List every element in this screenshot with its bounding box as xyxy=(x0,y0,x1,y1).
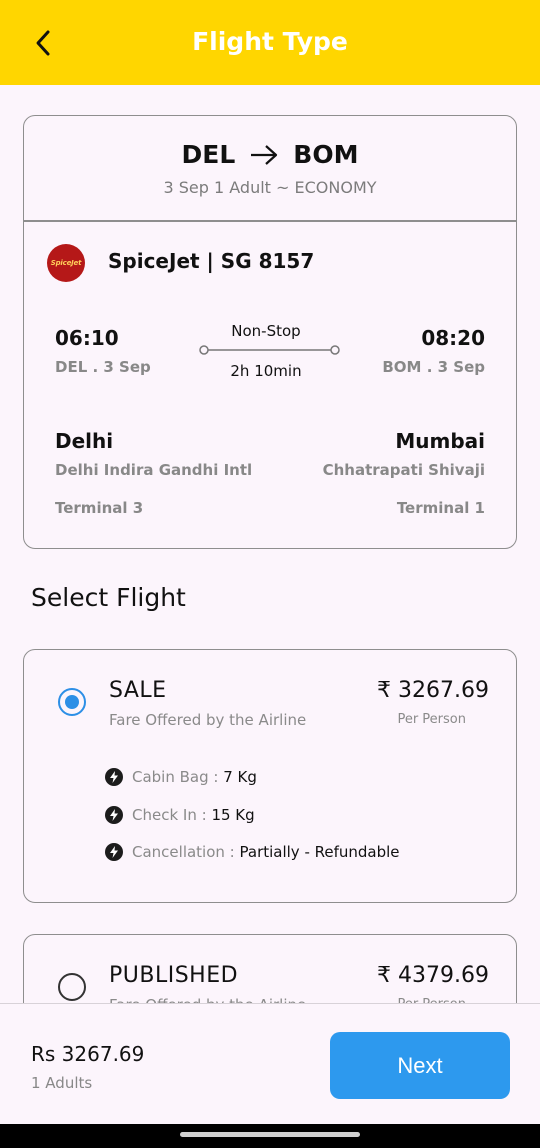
arrival-city: Mumbai xyxy=(395,429,485,453)
route-line-icon xyxy=(199,345,340,355)
arrival-terminal: Terminal 1 xyxy=(396,499,485,517)
trip-meta: 3 Sep 1 Adult ~ ECONOMY xyxy=(163,178,377,197)
departure-time: 06:10 xyxy=(55,326,119,350)
flight-summary-card: DEL BOM 3 Sep 1 Adult ~ ECONOMY SpiceJet… xyxy=(23,115,517,549)
bolt-icon xyxy=(105,806,123,824)
fare-subtitle: Fare Offered by the Airline xyxy=(109,711,307,729)
page-title: Flight Type xyxy=(192,27,348,56)
arrival-time: 08:20 xyxy=(421,326,485,350)
app-bar: Flight Type xyxy=(0,0,540,85)
departure-city: Delhi xyxy=(55,429,114,453)
benefit-label: Cabin Bag : xyxy=(132,768,224,786)
radio-button-selected[interactable] xyxy=(58,688,86,716)
fare-price: ₹ 3267.69 xyxy=(377,678,489,703)
fare-name: SALE xyxy=(109,678,167,703)
benefit-check-in: Check In : 15 Kg xyxy=(105,806,255,824)
benefit-cancellation: Cancellation : Partially - Refundable xyxy=(105,843,400,861)
arrival-date: BOM . 3 Sep xyxy=(382,358,485,376)
passenger-count: 1 Adults xyxy=(31,1074,93,1092)
route-header: DEL BOM xyxy=(24,140,516,169)
benefit-label: Cancellation : xyxy=(132,843,240,861)
bottom-bar: Rs 3267.69 1 Adults Next xyxy=(0,1003,540,1124)
bolt-icon xyxy=(105,768,123,786)
stops-label: Non-Stop xyxy=(231,322,301,340)
fare-price: ₹ 4379.69 xyxy=(377,963,489,988)
airline-logo: SpiceJet xyxy=(47,244,85,282)
fare-name: PUBLISHED xyxy=(109,963,239,988)
departure-airport: Delhi Indira Gandhi Intl xyxy=(55,461,253,479)
benefit-value: 15 Kg xyxy=(211,806,255,824)
benefit-cabin-bag: Cabin Bag : 7 Kg xyxy=(105,768,257,786)
radio-button-unselected[interactable] xyxy=(58,973,86,1001)
total-price: Rs 3267.69 xyxy=(31,1042,145,1066)
fare-per-person: Per Person xyxy=(397,712,466,727)
destination-code: BOM xyxy=(293,140,359,169)
arrow-right-icon xyxy=(251,144,278,165)
bolt-icon xyxy=(105,843,123,861)
section-title: Select Flight xyxy=(31,583,186,612)
next-button[interactable]: Next xyxy=(330,1032,510,1099)
benefit-value: Partially - Refundable xyxy=(239,843,400,861)
home-indicator[interactable] xyxy=(180,1132,360,1137)
departure-date: DEL . 3 Sep xyxy=(55,358,151,376)
system-nav-bar xyxy=(0,1124,540,1148)
airline-flight-number: SpiceJet | SG 8157 xyxy=(108,249,315,273)
divider xyxy=(24,220,516,222)
fare-option-sale[interactable]: SALE Fare Offered by the Airline ₹ 3267.… xyxy=(23,649,517,903)
benefit-value: 7 Kg xyxy=(223,768,257,786)
departure-terminal: Terminal 3 xyxy=(55,499,144,517)
arrival-airport: Chhatrapati Shivaji xyxy=(322,461,485,479)
origin-code: DEL xyxy=(181,140,236,169)
airline-logo-text: SpiceJet xyxy=(50,259,82,267)
flight-duration: 2h 10min xyxy=(230,362,302,380)
benefit-label: Check In : xyxy=(132,806,212,824)
